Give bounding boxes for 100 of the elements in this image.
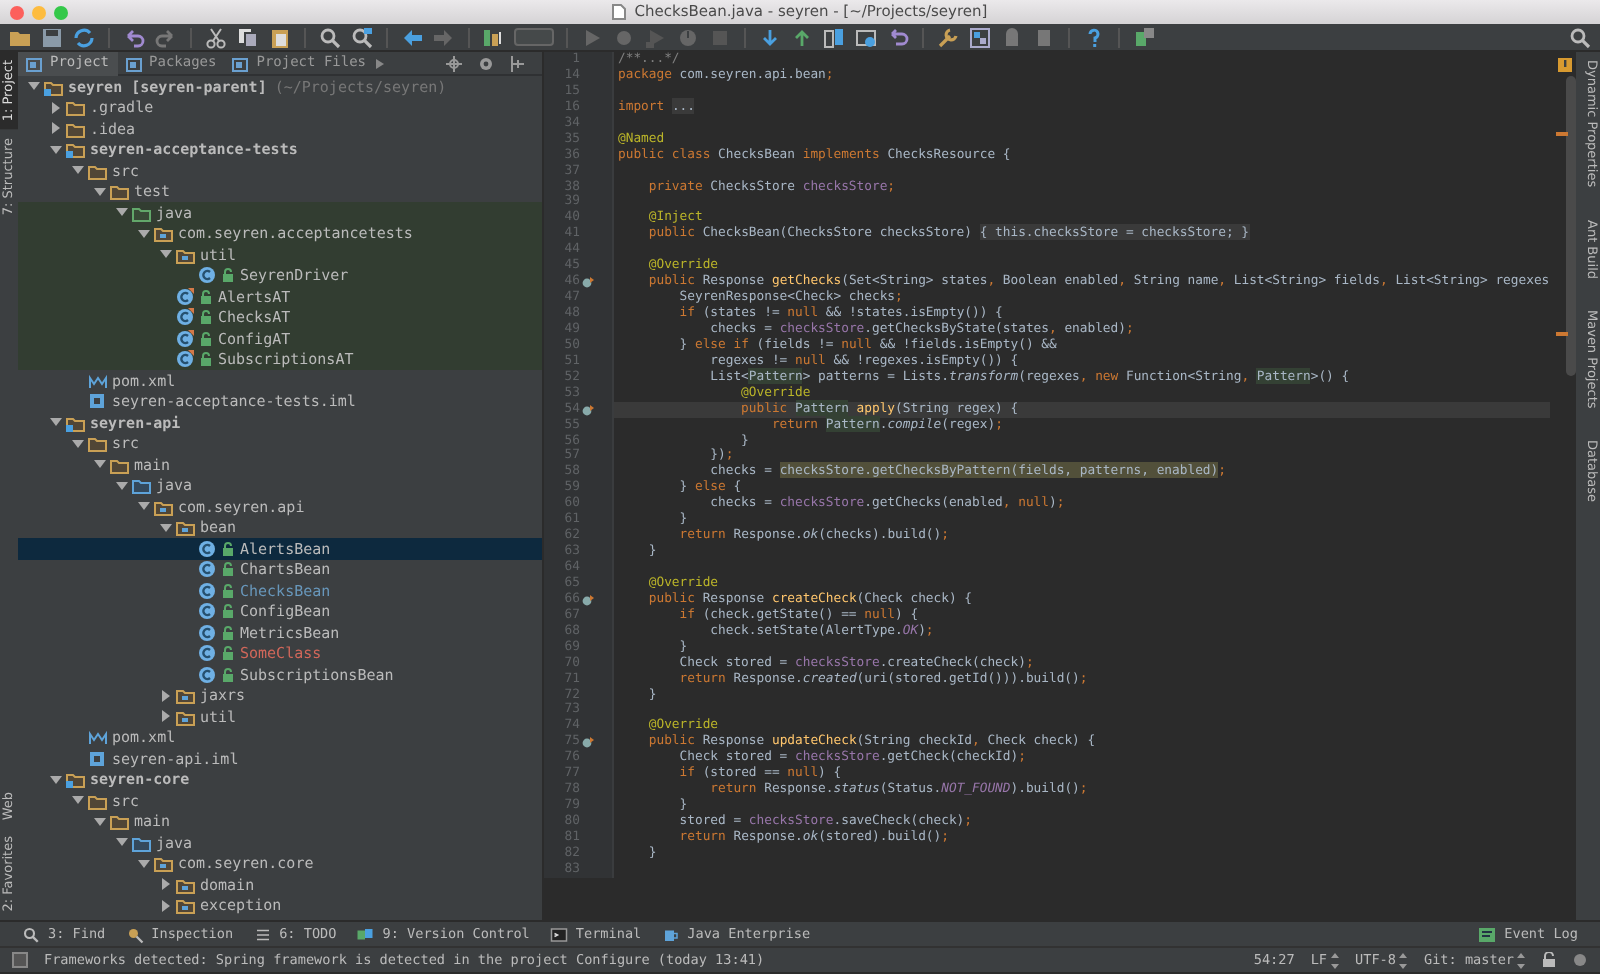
lock-icon	[222, 583, 234, 598]
up-down-arrow-icon	[1516, 951, 1526, 969]
up-down-arrow-icon	[1329, 951, 1340, 969]
view-icon	[125, 55, 142, 71]
back-arrow-icon[interactable]	[400, 25, 424, 49]
lock-icon	[222, 604, 234, 619]
plugin-icon[interactable]	[1132, 25, 1156, 49]
expanded-arrow-icon[interactable]	[26, 80, 44, 93]
save-icon[interactable]	[40, 25, 64, 49]
undo-icon[interactable]	[122, 25, 146, 49]
module-folder-icon	[66, 413, 86, 432]
lock-icon	[222, 562, 234, 577]
error-stripe-mark[interactable]	[1555, 332, 1568, 335]
up-down-arrow-icon	[1397, 951, 1408, 969]
package-icon	[154, 497, 174, 516]
expanded-arrow-icon[interactable]	[70, 437, 88, 450]
expanded-arrow-icon[interactable]	[114, 479, 132, 492]
lock-icon	[222, 667, 234, 682]
package-icon	[154, 224, 174, 243]
expanded-arrow-icon[interactable]	[92, 815, 110, 828]
module-file-icon	[88, 749, 108, 768]
source-folder-icon	[132, 476, 152, 495]
copy-icon[interactable]	[236, 25, 260, 49]
expanded-arrow-icon[interactable]	[48, 416, 66, 429]
crosshair-icon[interactable]	[446, 55, 462, 71]
expanded-arrow-icon[interactable]	[114, 836, 132, 849]
override-marker-icon[interactable]	[582, 276, 594, 289]
module-folder-icon	[44, 77, 64, 96]
lock-icon[interactable]	[1542, 952, 1556, 968]
paste-icon[interactable]	[268, 25, 292, 49]
lock-icon	[200, 310, 212, 325]
lock-icon	[222, 268, 234, 283]
vcs-update-icon[interactable]	[758, 25, 782, 49]
class-icon	[198, 602, 218, 621]
lock-icon	[222, 541, 234, 556]
expanded-arrow-icon[interactable]	[48, 143, 66, 156]
class-icon	[198, 560, 218, 579]
sync-icon[interactable]	[72, 25, 96, 49]
warning-status-icon	[1557, 58, 1572, 72]
maven-file-icon	[88, 371, 108, 390]
error-stripe-mark[interactable]	[1555, 132, 1568, 135]
project-structure-icon[interactable]	[968, 25, 992, 49]
maven-file-icon	[88, 728, 108, 747]
scissors-icon[interactable]	[204, 25, 228, 49]
override-marker-icon[interactable]	[582, 403, 594, 416]
lock-icon	[200, 331, 212, 346]
search-icon	[22, 925, 40, 943]
test-class-icon	[176, 287, 196, 306]
package-icon	[176, 245, 196, 264]
settings-icon[interactable]	[478, 55, 494, 71]
history-icon[interactable]	[854, 25, 878, 49]
module-folder-icon	[66, 140, 86, 159]
expanded-arrow-icon[interactable]	[48, 773, 66, 786]
compare-icon[interactable]	[822, 25, 846, 49]
vcs-commit-icon[interactable]	[790, 25, 814, 49]
device-icon[interactable]	[1032, 25, 1056, 49]
test-class-icon	[176, 308, 196, 327]
class-icon	[198, 665, 218, 684]
magnifier-icon	[125, 925, 144, 943]
module-folder-icon	[66, 770, 86, 789]
source-folder-icon	[132, 833, 152, 852]
collapse-icon[interactable]	[510, 55, 526, 71]
override-marker-icon[interactable]	[582, 593, 594, 606]
scrollbar-thumb[interactable]	[1565, 76, 1576, 376]
test-class-icon	[176, 350, 196, 369]
expanded-arrow-icon[interactable]	[92, 185, 110, 198]
lock-icon	[222, 625, 234, 640]
more-tabs-arrow-icon[interactable]	[374, 57, 387, 69]
package-icon	[176, 707, 196, 726]
lock-icon	[222, 646, 234, 661]
expanded-arrow-icon[interactable]	[70, 794, 88, 807]
expanded-arrow-icon[interactable]	[136, 857, 154, 870]
lock-icon	[200, 289, 212, 304]
package-icon	[176, 875, 196, 894]
view-icon	[26, 55, 42, 71]
wrench-icon[interactable]	[936, 25, 960, 49]
expanded-arrow-icon[interactable]	[92, 458, 110, 471]
package-icon	[176, 686, 196, 705]
replace-icon[interactable]	[350, 25, 374, 49]
search-icon[interactable]	[318, 25, 342, 49]
test-class-icon	[176, 329, 196, 348]
override-marker-icon[interactable]	[582, 736, 594, 749]
class-icon	[198, 266, 218, 285]
class-icon	[198, 539, 218, 558]
search-icon[interactable]	[1568, 25, 1592, 49]
class-icon	[198, 581, 218, 600]
package-icon	[176, 518, 196, 537]
tool-windows-toggle-icon[interactable]	[12, 952, 28, 968]
expanded-arrow-icon[interactable]	[136, 500, 154, 513]
redo-icon[interactable]	[154, 25, 178, 49]
build-icon[interactable]	[482, 25, 506, 49]
expanded-arrow-icon[interactable]	[114, 206, 132, 219]
document-icon	[612, 4, 627, 20]
expanded-arrow-icon[interactable]	[158, 248, 176, 261]
expanded-arrow-icon[interactable]	[136, 227, 154, 240]
view-icon	[232, 55, 249, 71]
expanded-arrow-icon[interactable]	[70, 164, 88, 177]
revert-icon[interactable]	[886, 25, 910, 49]
expanded-arrow-icon[interactable]	[158, 521, 176, 534]
cup-icon	[661, 925, 680, 943]
